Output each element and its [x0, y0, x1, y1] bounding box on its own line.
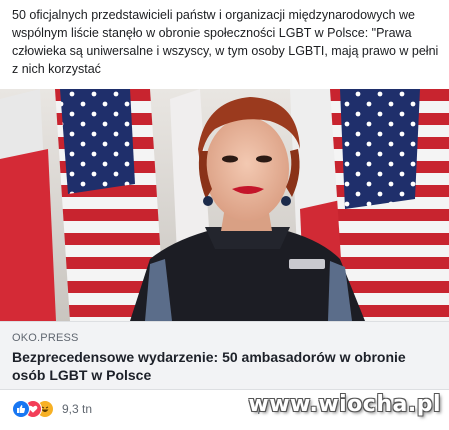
link-source: OKO.PRESS	[12, 332, 79, 344]
reaction-icons[interactable]	[12, 400, 60, 418]
link-headline[interactable]: Bezprecedensowe wydarzenie: 50 ambasador…	[12, 348, 437, 384]
reaction-count[interactable]: 9,3 tn	[62, 402, 92, 416]
link-preview[interactable]: OKO.PRESS Bezprecedensowe wydarzenie: 50…	[0, 321, 449, 390]
like-icon	[12, 400, 30, 418]
ambassador-photo	[0, 89, 449, 321]
watermark: www.wiocha.pl	[248, 392, 441, 417]
reactions-bar[interactable]: 9,3 tn	[12, 398, 92, 420]
post-photo[interactable]	[0, 89, 449, 321]
post-text: 50 oficjalnych przedstawicieli państw i …	[12, 8, 439, 76]
